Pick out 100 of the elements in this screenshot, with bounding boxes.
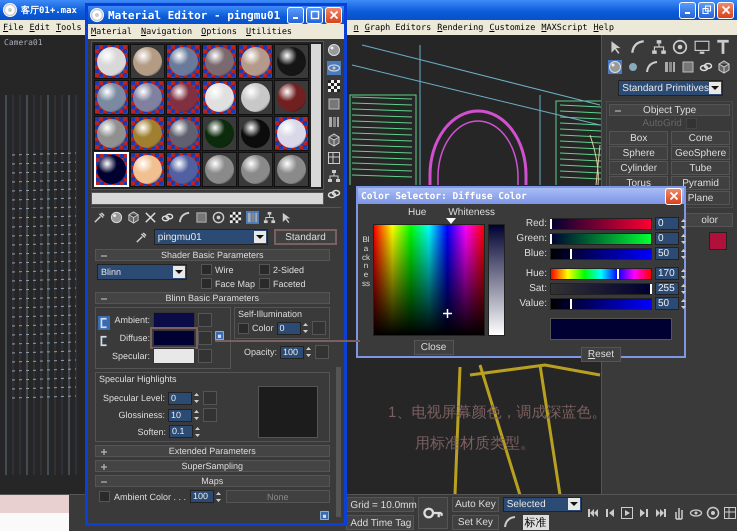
close-icon[interactable] [720, 5, 730, 15]
circle-icon[interactable] [706, 506, 720, 520]
lock-icon[interactable] [319, 510, 330, 521]
material-sample-slot[interactable] [238, 44, 273, 79]
menu-item[interactable]: Graph Editors [364, 22, 432, 32]
checkbox[interactable] [259, 264, 270, 275]
category-dropdown[interactable]: Standard Primitives [618, 80, 723, 96]
scrollbar[interactable] [336, 367, 341, 517]
close-icon[interactable] [668, 191, 678, 201]
primitive-button[interactable]: Sphere [609, 146, 668, 160]
material-sample-slot[interactable] [94, 80, 129, 115]
material-name-field[interactable]: pingmu01 [154, 229, 268, 245]
slider-track[interactable] [550, 232, 652, 244]
material-sample-slot[interactable] [166, 44, 201, 79]
rollout-header[interactable]: Maps [95, 475, 330, 487]
checkbox[interactable] [259, 278, 270, 289]
rollout-header[interactable]: Shader Basic Parameters [95, 249, 330, 261]
reset-button[interactable]: Reset [581, 347, 621, 362]
ime-status[interactable]: 标准 [522, 514, 549, 530]
bracket-icon[interactable] [98, 316, 110, 330]
checkbox[interactable] [201, 264, 212, 275]
slider-track[interactable] [550, 248, 652, 260]
scrollbar[interactable] [91, 192, 324, 205]
material-sample-slot[interactable] [166, 116, 201, 151]
cross-icon[interactable] [144, 211, 157, 224]
shader-dropdown[interactable]: Blinn [97, 264, 187, 280]
play-icon[interactable] [620, 506, 634, 520]
restore-button[interactable] [698, 2, 715, 18]
circle-icon[interactable] [212, 211, 225, 224]
slider-thumb[interactable] [570, 298, 572, 308]
primitive-button[interactable]: Cylinder [609, 161, 668, 175]
number-field[interactable]: 170 [655, 267, 679, 280]
slider-track[interactable] [550, 268, 652, 280]
maximize-icon[interactable] [310, 10, 320, 20]
cube-icon[interactable] [127, 211, 140, 224]
close-button[interactable] [665, 188, 682, 204]
number-field[interactable]: 0 [168, 392, 192, 404]
spinner-arrows-icon[interactable] [680, 268, 687, 280]
window-icon[interactable] [723, 506, 737, 520]
close-button[interactable] [325, 6, 342, 24]
caret-icon[interactable] [173, 266, 185, 278]
spinner-arrows-icon[interactable] [680, 298, 687, 310]
material-sample-slot[interactable] [238, 80, 273, 115]
number-field[interactable]: 100 [280, 346, 304, 358]
hierarchy-icon[interactable] [263, 211, 276, 224]
material-sample-slot[interactable] [130, 80, 165, 115]
skip-start-icon[interactable] [586, 506, 600, 520]
rollout-header[interactable]: SuperSampling [95, 460, 330, 472]
key-filter-dropdown[interactable]: Selected [502, 496, 582, 512]
material-sample-slot[interactable] [130, 116, 165, 151]
material-sample-slot[interactable] [238, 152, 273, 187]
color-spectrum[interactable] [373, 224, 485, 336]
sphere-icon[interactable] [110, 211, 123, 224]
material-sample-slot[interactable] [274, 152, 309, 187]
key-button[interactable] [418, 497, 448, 529]
listener-field[interactable] [0, 495, 70, 531]
primitive-button[interactable]: Cone [671, 131, 730, 145]
time-tag-button[interactable]: Add Time Tag [346, 514, 414, 530]
color-swatch[interactable] [709, 232, 727, 250]
material-sample-slot[interactable] [274, 80, 309, 115]
menu-item[interactable]: Navigation [140, 26, 192, 36]
rollout-header[interactable]: Extended Parameters [95, 445, 330, 457]
menu-item[interactable]: Tools [56, 22, 82, 32]
checkbox[interactable] [238, 322, 249, 334]
number-field[interactable]: 50 [655, 297, 679, 310]
skip-end-icon[interactable] [654, 506, 668, 520]
checkbox[interactable] [99, 491, 110, 502]
color-swatch[interactable] [153, 312, 196, 328]
whiteness-bar[interactable] [488, 224, 505, 336]
auto-key-button[interactable]: Auto Key [452, 496, 499, 512]
material-sample-slot[interactable] [166, 152, 201, 187]
rollout-header[interactable]: Object Type [609, 104, 730, 116]
menu-item[interactable]: Options [201, 26, 237, 36]
material-sample-slot[interactable] [202, 116, 237, 151]
material-sample-slot[interactable] [130, 44, 165, 79]
curve-icon[interactable] [178, 211, 191, 224]
curve-icon[interactable] [644, 60, 659, 74]
material-sample-slot[interactable] [202, 44, 237, 79]
slider-track[interactable] [550, 298, 652, 310]
primitive-button[interactable]: Tube [671, 161, 730, 175]
material-sample-slot[interactable] [202, 152, 237, 187]
menu-item[interactable]: File [3, 22, 24, 32]
spinner-arrows-icon[interactable] [680, 232, 687, 244]
number-field[interactable]: 0.1 [169, 425, 194, 438]
menu-item[interactable]: Utilities [246, 26, 292, 36]
minimize-button[interactable] [287, 6, 304, 24]
arrow-icon[interactable] [280, 211, 293, 224]
material-sample-slot[interactable] [130, 152, 165, 187]
bars-icon[interactable] [662, 60, 677, 74]
spinner-arrows-icon[interactable] [302, 322, 309, 334]
curve-icon[interactable] [502, 515, 517, 529]
slider-thumb[interactable] [570, 248, 572, 258]
number-field[interactable]: 0 [655, 232, 679, 245]
dropper-icon[interactable] [93, 211, 106, 224]
monitor-icon[interactable] [694, 39, 710, 55]
next-icon[interactable] [637, 506, 651, 520]
slider-track[interactable] [550, 282, 652, 294]
scrollbar[interactable] [311, 44, 321, 187]
material-sample-slot[interactable] [202, 80, 237, 115]
color-swatch[interactable] [153, 330, 196, 346]
